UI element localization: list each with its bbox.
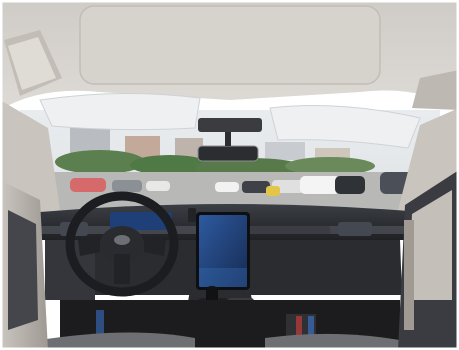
car-interior-photo	[0, 0, 459, 350]
phone-mount	[188, 208, 196, 222]
photo-canvas	[0, 0, 459, 350]
center-screen	[196, 212, 250, 290]
